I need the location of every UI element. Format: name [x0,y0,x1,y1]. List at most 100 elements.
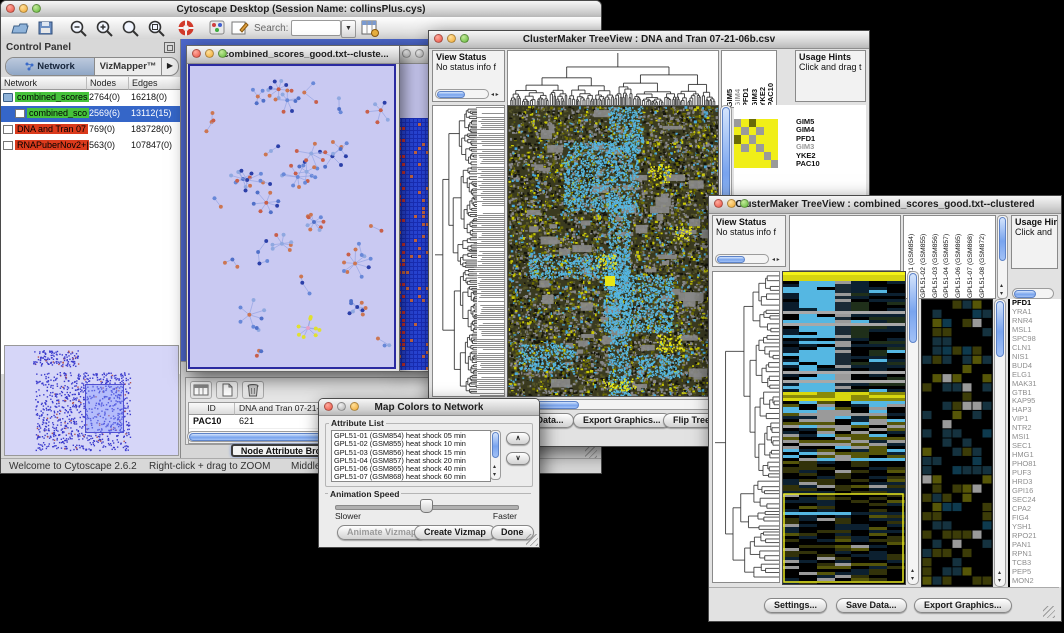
tv1-vs-scroll-arrows[interactable]: ◂ ▸ [491,91,499,99]
close-button[interactable] [192,49,201,58]
new-attribute-button[interactable] [216,381,238,399]
netwin2-canvas-area[interactable] [397,64,431,370]
treeview2-titlebar[interactable]: ClusterMaker TreeView : combined_scores_… [709,196,1061,214]
dialog-titlebar[interactable]: Map Colors to Network [319,399,539,416]
tv2-view-status-scrollbar[interactable] [715,254,769,264]
annotation-icon[interactable] [231,20,249,36]
birdseye-canvas[interactable] [5,346,176,453]
mini-heatmap-cell[interactable] [771,119,778,127]
mini-heatmap-cell[interactable] [756,135,763,143]
mini-heatmap-cell[interactable] [734,127,741,135]
tv1-export-graphics-button[interactable]: Export Graphics... [573,413,671,428]
tv2-zoom-heatmap[interactable] [921,299,993,587]
tv2-settings-button[interactable]: Settings... [764,598,827,613]
mini-heatmap-cell[interactable] [734,119,741,127]
tv2-export-graphics-button[interactable]: Export Graphics... [914,598,1012,613]
tv2-zoom-vscrollbar[interactable]: ▴▾ [994,299,1006,587]
mini-heatmap-cell[interactable] [756,152,763,160]
mini-heatmap-cell[interactable] [749,152,756,160]
network-table-row[interactable]: DNA and Tran 07769(0)183728(0) [1,122,180,138]
zoom-button[interactable] [460,34,469,43]
main-resize-grip[interactable] [585,446,597,458]
tv2-column-dendrogram[interactable] [789,215,901,271]
select-attributes-button[interactable] [190,381,212,399]
tab-vizmapper[interactable]: VizMapper™ [95,58,161,75]
tv1-heatmap[interactable] [507,105,719,397]
close-button[interactable] [6,4,15,13]
mini-heatmap-cell[interactable] [771,127,778,135]
dense-network-canvas[interactable] [397,118,431,370]
network-table-row[interactable]: combined_sco2569(6)13112(15) [1,106,180,122]
mini-heatmap-cell[interactable] [749,144,756,152]
mini-heatmap-cell[interactable] [749,160,756,168]
tv2-resize-grip[interactable] [1043,606,1055,618]
edges-col-header[interactable]: Edges [129,77,180,90]
zoom-button[interactable] [218,49,227,58]
tv2-zoom-heatmap-canvas[interactable] [922,300,992,586]
mini-heatmap-cell[interactable] [734,160,741,168]
mini-heatmap-cell[interactable] [749,127,756,135]
mini-heatmap-cell[interactable] [734,144,741,152]
zoom-fit-icon[interactable] [147,19,167,37]
minimize-button[interactable] [415,49,424,58]
create-vizmap-button[interactable]: Create Vizmap [414,525,496,540]
zoom-button[interactable] [740,199,749,208]
attribute-list-vscrollbar[interactable]: ▴▾ [490,430,501,480]
tv2-zoom-vscroll-thumb[interactable] [996,301,1004,357]
mini-heatmap-cell[interactable] [756,119,763,127]
tv2-save-data-button[interactable]: Save Data... [836,598,907,613]
zoom-selected-icon[interactable] [121,19,141,37]
minimize-button[interactable] [19,4,28,13]
attribute-listbox[interactable]: GPL51-01 (GSM854) heat shock 05 minGPL51… [331,430,491,482]
zoom-button[interactable] [32,4,41,13]
mini-heatmap-cell[interactable] [771,152,778,160]
float-panel-icon[interactable] [164,42,175,53]
attribute-browser-icon[interactable] [361,19,379,37]
tv2-col-labels-vscrollbar[interactable]: ▴▾ [997,215,1008,299]
tv2-usage-hints-scrollbar[interactable] [1012,288,1054,299]
mini-heatmap-cell[interactable] [771,144,778,152]
tv2-heatmap[interactable] [782,271,906,585]
zoom-out-icon[interactable] [69,19,89,37]
mini-heatmap-cell[interactable] [756,144,763,152]
mini-heatmap-cell[interactable] [741,144,748,152]
tv2-vscroll-thumb[interactable] [909,273,917,343]
tv1-column-dendrogram-canvas[interactable] [508,51,718,105]
network-table-row[interactable]: RNAPuberNov2+|563(0)107847(0) [1,138,180,154]
mini-heatmap-cell[interactable] [764,152,771,160]
dialog-resize-grip[interactable] [526,534,538,546]
tv1-row-dendrogram[interactable] [432,105,505,397]
save-icon[interactable] [37,20,55,36]
animate-vizmap-button[interactable]: Animate Vizmap [337,525,426,540]
close-button[interactable] [324,402,333,411]
tv1-column-dendrogram[interactable] [507,50,719,106]
mini-heatmap-cell[interactable] [749,135,756,143]
tv1-row-dendrogram-canvas[interactable] [433,106,504,396]
mini-heatmap-cell[interactable] [741,127,748,135]
search-dropdown-arrow-icon[interactable]: ▼ [341,20,356,38]
mini-heatmap-cell[interactable] [756,160,763,168]
tv2-row-dendrogram-canvas[interactable] [713,272,779,582]
tv1-view-status-scrollbar[interactable] [435,89,489,99]
gene-list-item[interactable]: MON2 [1012,577,1061,586]
mini-heatmap-cell[interactable] [764,127,771,135]
tv2-heatmap-canvas[interactable] [783,272,905,584]
help-lifering-icon[interactable] [177,19,195,37]
mini-heatmap-cell[interactable] [741,152,748,160]
mini-heatmap-cell[interactable] [749,119,756,127]
mini-heatmap-cell[interactable] [771,160,778,168]
treeview1-titlebar[interactable]: ClusterMaker TreeView : DNA and Tran 07-… [429,31,869,49]
mini-heatmap-cell[interactable] [741,119,748,127]
tv2-heatmap-vscrollbar[interactable]: ▴▾ [907,271,919,585]
mini-heatmap-cell[interactable] [734,135,741,143]
mini-heatmap-cell[interactable] [734,152,741,160]
attribute-move-down-button[interactable]: ∨ [506,452,530,465]
tv1-mini-heatmap[interactable] [734,119,779,169]
delete-attribute-button[interactable] [242,381,264,399]
mini-heatmap-cell[interactable] [756,127,763,135]
mini-heatmap-cell[interactable] [741,135,748,143]
search-input[interactable] [291,20,341,36]
minimize-button[interactable] [447,34,456,43]
close-button[interactable] [434,34,443,43]
network-col-header[interactable]: Network [1,77,87,90]
